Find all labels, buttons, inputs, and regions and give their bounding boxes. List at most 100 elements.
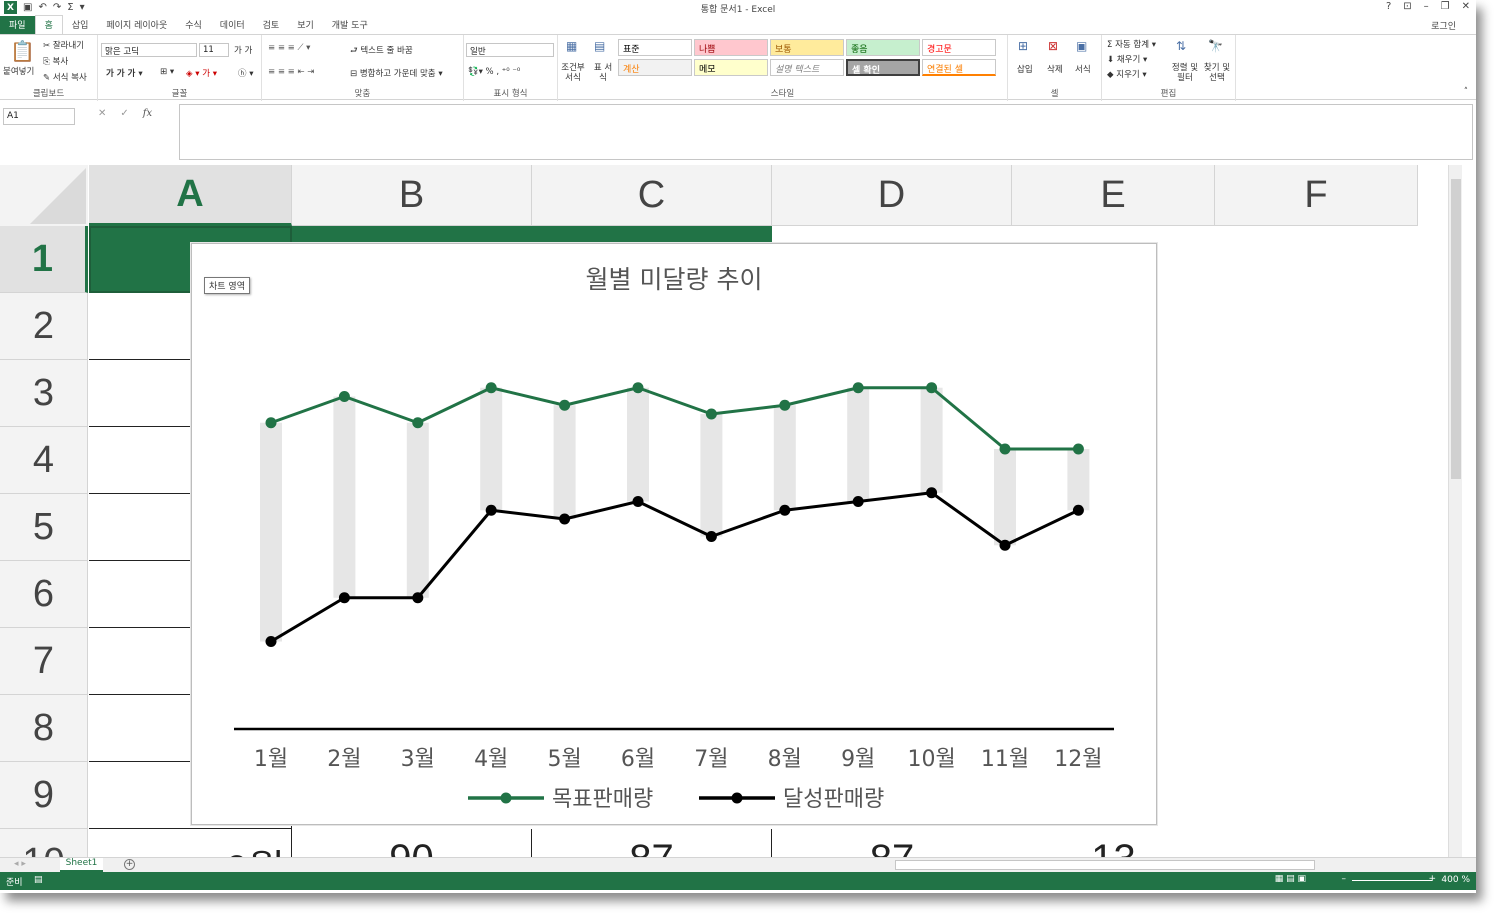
login-link[interactable]: 로그인 [1431, 19, 1456, 32]
tab-developer[interactable]: 개발 도구 [323, 16, 377, 34]
legend-label-0[interactable]: 목표판매량 [552, 787, 653, 812]
series-line-1[interactable] [270, 491, 1080, 643]
data-point-series-0[interactable] [265, 417, 277, 429]
tab-data[interactable]: 데이터 [211, 16, 254, 34]
fill-button[interactable]: ⬇ 채우기 ▾ [1107, 53, 1147, 65]
data-point-series-0[interactable] [1072, 443, 1084, 455]
paste-icon[interactable]: 📋 [10, 39, 35, 63]
zoom-level[interactable]: 400 % [1441, 875, 1470, 885]
column-header-e[interactable]: E [1012, 165, 1215, 226]
find-select-icon[interactable]: 🔭 [1208, 39, 1223, 53]
high-low-bar[interactable] [700, 414, 723, 537]
cell-style-5[interactable]: 계산 [618, 59, 692, 76]
number-format-icons[interactable]: 💱▾ % , ⁺⁰ ⁻⁰ [468, 67, 520, 77]
line-chart[interactable]: 1월 2월 3월 4월 5월 6월 7월 8월 9월 10월 11월 12월목표판매량 달성판매량 [192, 244, 1158, 826]
vertical-scrollbar[interactable] [1448, 165, 1462, 857]
formula-input[interactable] [179, 104, 1473, 160]
row-header-1[interactable]: 1 [0, 226, 88, 293]
phonetic-icon[interactable]: ⓗ ▾ [238, 67, 253, 79]
tab-view[interactable]: 보기 [288, 16, 323, 34]
confirm-entry-icon[interactable]: ✓ [120, 108, 128, 119]
chart-area[interactable]: 월별 미달량 추이 차트 영역 1월 2월 3월 4월 5월 6월 7월 8월 9월 10월 11월… [191, 243, 1157, 825]
high-low-bar[interactable] [1067, 449, 1090, 511]
format-as-table-icon[interactable]: ▤ [594, 39, 605, 53]
data-point-series-0[interactable] [412, 417, 424, 429]
row-header-7[interactable]: 7 [0, 628, 88, 695]
series-line-0[interactable] [270, 386, 1079, 451]
high-low-bar[interactable] [773, 405, 796, 511]
high-low-bar[interactable] [480, 387, 503, 511]
data-point-series-1[interactable] [779, 504, 791, 516]
column-header-c[interactable]: C [532, 165, 772, 226]
conditional-format-icon[interactable]: ▦ [566, 39, 577, 53]
legend-label-1[interactable]: 달성판매량 [783, 787, 884, 812]
collapse-ribbon-icon[interactable]: ˄ [1464, 87, 1468, 97]
row-header-8[interactable]: 8 [0, 695, 88, 762]
high-low-bar[interactable] [627, 387, 649, 502]
sheet-tab-sheet1[interactable]: Sheet1 [60, 858, 103, 872]
format-painter-button[interactable]: ✎ 서식 복사 [43, 71, 87, 83]
format-cells-button[interactable]: 서식 [1075, 63, 1091, 75]
vertical-scroll-thumb[interactable] [1451, 179, 1461, 479]
autosum-button[interactable]: Σ 자동 합계 ▾ [1107, 38, 1156, 50]
ribbon-display-icon[interactable]: ⊡ [1403, 1, 1411, 12]
clear-button[interactable]: ◆ 지우기 ▾ [1107, 68, 1147, 80]
wrap-text-button[interactable]: ⮐ 텍스트 줄 바꿈 [350, 44, 413, 59]
name-box[interactable]: A1 [3, 108, 75, 125]
row-header-3[interactable]: 3 [0, 360, 88, 427]
cell-a10[interactable]: 9월 [89, 829, 292, 857]
data-point-series-1[interactable] [485, 504, 497, 516]
legend-marker-0[interactable] [500, 792, 512, 804]
zoom-out-icon[interactable]: – [1342, 874, 1347, 884]
font-grow-shrink-icon[interactable]: 가 가 [234, 44, 252, 56]
merge-center-button[interactable]: ⊟ 병합하고 가운데 맞춤 ▾ [350, 67, 443, 79]
fill-color-icon[interactable]: ◈ ▾ 가 ▾ [186, 67, 217, 79]
row-header-2[interactable]: 2 [0, 293, 88, 360]
sort-filter-icon[interactable]: ⇅ [1176, 39, 1186, 53]
data-point-series-1[interactable] [852, 496, 864, 507]
high-low-bar[interactable] [553, 405, 576, 519]
restore-icon[interactable]: ❐ [1441, 1, 1450, 12]
format-cells-icon[interactable]: ▣ [1076, 39, 1087, 53]
delete-cells-button[interactable]: 삭제 [1047, 63, 1063, 75]
bold-italic-underline-icon[interactable]: 가 가 가 ▾ [106, 67, 143, 79]
column-header-d[interactable]: D [772, 165, 1012, 226]
cell-c10[interactable]: 87 [532, 829, 772, 857]
paste-button[interactable]: 붙여넣기 [3, 65, 34, 77]
tab-formulas[interactable]: 수식 [176, 16, 211, 34]
row-header-5[interactable]: 5 [0, 494, 88, 561]
legend-marker-1[interactable] [731, 792, 743, 804]
insert-function-icon[interactable]: fx [143, 108, 152, 119]
cell-style-8[interactable]: 셀 확인 [846, 59, 920, 76]
close-icon[interactable]: ✕ [1462, 1, 1470, 12]
cell-b10[interactable]: 90 [292, 829, 532, 857]
font-size-select[interactable]: 11 [199, 43, 229, 57]
column-header-f[interactable]: F [1215, 165, 1418, 226]
data-point-series-1[interactable] [338, 592, 350, 604]
high-low-bar[interactable] [333, 396, 356, 598]
data-point-series-0[interactable] [705, 408, 717, 420]
data-point-series-0[interactable] [632, 382, 644, 394]
data-point-series-1[interactable] [412, 592, 424, 604]
insert-cells-button[interactable]: 삽입 [1017, 63, 1033, 75]
border-icon[interactable]: ⊞ ▾ [160, 67, 174, 77]
data-point-series-0[interactable] [852, 382, 864, 394]
help-icon[interactable]: ? [1386, 1, 1391, 12]
data-point-series-0[interactable] [999, 443, 1011, 455]
row-header-10[interactable]: 10 [0, 829, 88, 857]
cell-e10[interactable]: 13 [1012, 829, 1215, 857]
data-point-series-1[interactable] [926, 487, 938, 499]
data-point-series-1[interactable] [559, 513, 571, 525]
copy-button[interactable]: ⎘ 복사 [43, 55, 68, 67]
insert-cells-icon[interactable]: ⊞ [1018, 39, 1028, 53]
vertical-align-icons[interactable]: ≡ ≡ ≡ ⟋ ▾ [268, 43, 310, 53]
cell-style-7[interactable]: 설명 텍스트 [770, 59, 844, 76]
row-header-6[interactable]: 6 [0, 561, 88, 628]
data-point-series-1[interactable] [999, 539, 1011, 551]
high-low-bar[interactable] [260, 422, 282, 642]
tab-review[interactable]: 검토 [254, 16, 289, 34]
sort-filter-button[interactable]: 정렬 및 필터 [1168, 63, 1202, 83]
data-point-series-1[interactable] [705, 531, 717, 542]
data-point-series-1[interactable] [265, 636, 277, 647]
data-point-series-0[interactable] [559, 399, 571, 411]
